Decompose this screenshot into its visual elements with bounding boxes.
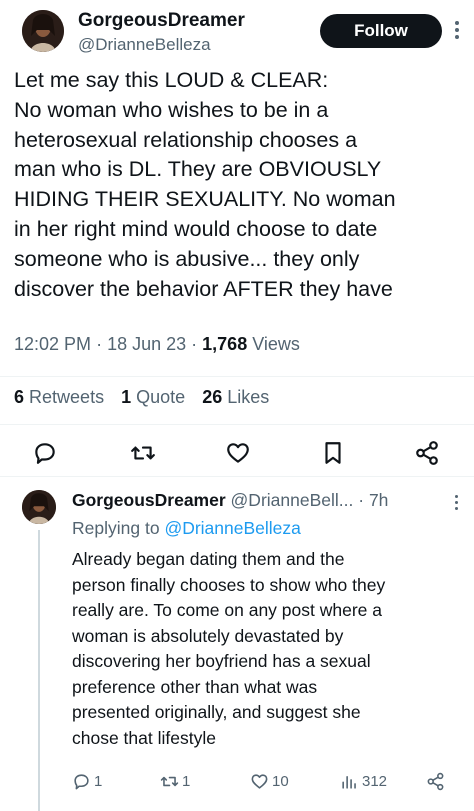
reply-views-button[interactable]: 312: [340, 772, 387, 791]
reply-display-name[interactable]: GorgeousDreamer: [72, 490, 226, 510]
reply-text: Already began dating them and the person…: [72, 547, 467, 751]
replying-to: Replying to @DrianneBelleza: [72, 518, 301, 539]
tweet-text: Let me say this LOUD & CLEAR: No woman w…: [14, 66, 469, 304]
tweet-meta: 12:02 PM · 18 Jun 23 · 1,768 Views: [14, 334, 300, 354]
more-icon[interactable]: [452, 18, 462, 44]
tweet-line: man who is DL. They are OBVIOUSLY: [14, 157, 382, 182]
tweet-line: heterosexual relationship chooses a: [14, 127, 358, 152]
avatar[interactable]: [22, 10, 64, 52]
tweet-line: Let me say this LOUD & CLEAR:: [14, 68, 329, 92]
tweet-time[interactable]: 12:02 PM: [14, 334, 91, 354]
likes-stat[interactable]: 26 Likes: [202, 387, 269, 407]
divider: [0, 476, 474, 477]
reply-line: preference other than what was: [72, 676, 318, 697]
reply-handle[interactable]: @DrianneBell...: [231, 490, 354, 510]
share-icon: [427, 772, 444, 791]
tweet-date[interactable]: 18 Jun 23: [107, 334, 186, 354]
like-count: 10: [272, 773, 289, 790]
reply-icon: [74, 774, 89, 790]
tweet-line: discover the behavior AFTER they have: [14, 276, 393, 301]
display-name[interactable]: GorgeousDreamer: [78, 10, 245, 32]
reply-avatar[interactable]: [22, 490, 56, 524]
thread-line: [38, 530, 40, 811]
reply-line: Already began dating them and the: [72, 549, 345, 569]
tweet-stats: 6 Retweets 1 Quote 26 Likes: [14, 387, 281, 408]
quotes-stat[interactable]: 1 Quote: [121, 387, 185, 407]
reply-count: 1: [94, 773, 103, 790]
share-icon[interactable]: [414, 440, 440, 466]
heart-icon[interactable]: [225, 440, 251, 466]
retweets-stat[interactable]: 6 Retweets: [14, 387, 104, 407]
views-count: 1,768: [202, 334, 248, 354]
tweet-line: HIDING THEIR SEXUALITY. No woman: [14, 187, 396, 212]
divider: [0, 376, 474, 377]
views-count: 312: [362, 773, 388, 790]
replying-to-label: Replying to: [72, 518, 160, 538]
retweet-icon: [160, 776, 179, 787]
reply-line: chose that lifestyle: [72, 727, 216, 748]
tweet-actions: [0, 434, 474, 470]
tweet-line: someone who is abusive... they only: [14, 246, 360, 271]
reply-line: presented originally, and suggest she: [72, 702, 361, 722]
more-icon[interactable]: [452, 492, 460, 516]
reply-actions: 1 1 10 312: [0, 770, 474, 798]
heart-icon: [251, 774, 268, 789]
tweet-line: No woman who wishes to be in a: [14, 97, 329, 122]
views-icon: [342, 775, 356, 789]
reply-icon[interactable]: [32, 440, 58, 466]
retweet-count: 1: [182, 773, 191, 790]
reply-line: discovering her boyfriend has a sexual: [72, 651, 371, 671]
reply-time[interactable]: · 7h: [358, 490, 388, 510]
reply-retweet-button[interactable]: 1: [160, 772, 190, 791]
reply-line: person finally chooses to show who they: [72, 574, 386, 595]
reply-line: really are. To come on any post where a: [72, 600, 382, 620]
reply-header: GorgeousDreamer @DrianneBell... · 7h: [72, 490, 388, 511]
reply-share-button[interactable]: [426, 772, 448, 791]
retweet-icon[interactable]: [130, 440, 156, 466]
bookmark-icon[interactable]: [320, 440, 346, 466]
reply-reply-button[interactable]: 1: [72, 772, 102, 791]
replying-to-link[interactable]: @DrianneBelleza: [164, 518, 300, 538]
reply-line: woman is absolutely devastated by: [72, 625, 344, 646]
follow-button[interactable]: Follow: [320, 14, 442, 48]
tweet-line: in her right mind would choose to date: [14, 216, 378, 241]
reply-like-button[interactable]: 10: [250, 772, 289, 791]
views-label: Views: [252, 334, 300, 354]
divider: [0, 424, 474, 425]
handle[interactable]: @DrianneBelleza: [78, 35, 211, 55]
